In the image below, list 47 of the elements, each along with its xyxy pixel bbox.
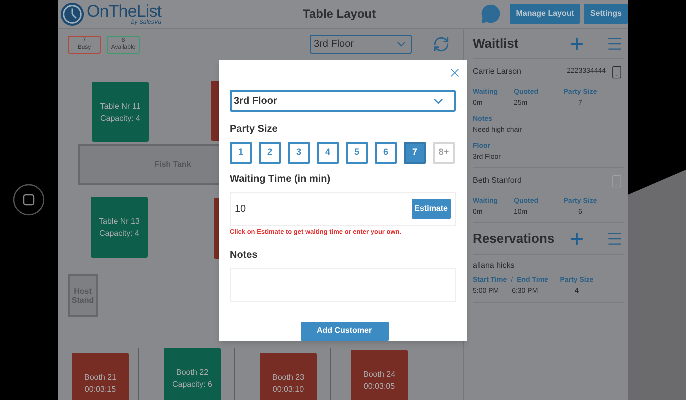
home-button-icon[interactable] bbox=[13, 184, 45, 216]
table-detail: 00:03:10 bbox=[272, 384, 304, 394]
close-icon[interactable] bbox=[448, 66, 462, 80]
table-name: Table Nr 11 bbox=[100, 102, 141, 110]
table-tile[interactable]: Table Nr 11 Capacity: 4 bbox=[92, 82, 149, 142]
add-customer-button[interactable]: Add Customer bbox=[300, 322, 388, 341]
table-name: Booth 23 bbox=[272, 372, 305, 382]
field-label: Party Size bbox=[230, 123, 279, 137]
phone-icon[interactable] bbox=[610, 64, 624, 80]
panel-title: Reservations bbox=[473, 230, 555, 248]
party-size-button[interactable]: 5 bbox=[346, 142, 368, 164]
refresh-icon[interactable] bbox=[433, 36, 450, 53]
table-detail: Capacity: 6 bbox=[172, 378, 213, 388]
guest-name[interactable]: Carrie Larson bbox=[473, 66, 522, 78]
table-name: Table Nr 13 bbox=[99, 217, 140, 226]
panel-title: Waitlist bbox=[473, 34, 519, 53]
table-name: Booth 21 bbox=[84, 372, 117, 382]
table-name: Booth 24 bbox=[363, 370, 396, 378]
party-size-button[interactable]: 1 bbox=[230, 142, 252, 164]
party-size-button[interactable]: 7 bbox=[404, 142, 426, 164]
guest-name[interactable]: allana hicks bbox=[473, 260, 624, 271]
table-name: Booth 22 bbox=[176, 368, 209, 376]
page-title: Table Layout bbox=[303, 6, 376, 23]
field-label: Notes bbox=[230, 248, 259, 263]
table-tile[interactable]: Booth 21 00:03:15 bbox=[72, 353, 129, 400]
estimate-button[interactable]: Estimate bbox=[412, 199, 451, 219]
party-size-button[interactable]: 3 bbox=[288, 142, 310, 164]
party-size-button[interactable]: 2 bbox=[259, 142, 281, 164]
guest-name[interactable]: Beth Stanford bbox=[473, 175, 522, 187]
header-button[interactable]: Settings bbox=[584, 4, 628, 24]
party-size-button[interactable]: 4 bbox=[317, 142, 339, 164]
chat-icon[interactable] bbox=[481, 4, 502, 24]
table-tile[interactable]: Booth 24 00:03:05 bbox=[351, 350, 408, 400]
logo-clock-icon bbox=[60, 2, 85, 26]
waiting-time-field[interactable]: 10 Estimate bbox=[230, 192, 456, 226]
party-size-button[interactable]: 6 bbox=[375, 142, 397, 164]
table-tile[interactable]: Table Nr 13 Capacity: 4 bbox=[91, 197, 148, 258]
header-button[interactable]: Manage Layout bbox=[510, 4, 580, 24]
table-tile[interactable]: Booth 22 Capacity: 6 bbox=[164, 348, 221, 400]
floor-select[interactable]: 3rd Floor bbox=[230, 90, 456, 112]
table-tile[interactable]: Booth 23 00:03:10 bbox=[260, 353, 317, 400]
floor-select[interactable]: 3rd Floor bbox=[310, 35, 412, 54]
logo-name: OnTheList bbox=[87, 2, 162, 20]
table-detail: Capacity: 4 bbox=[100, 112, 141, 122]
table-detail: Capacity: 4 bbox=[99, 228, 140, 238]
table-detail: 00:03:05 bbox=[364, 380, 396, 390]
table-detail: 00:03:15 bbox=[84, 384, 116, 394]
